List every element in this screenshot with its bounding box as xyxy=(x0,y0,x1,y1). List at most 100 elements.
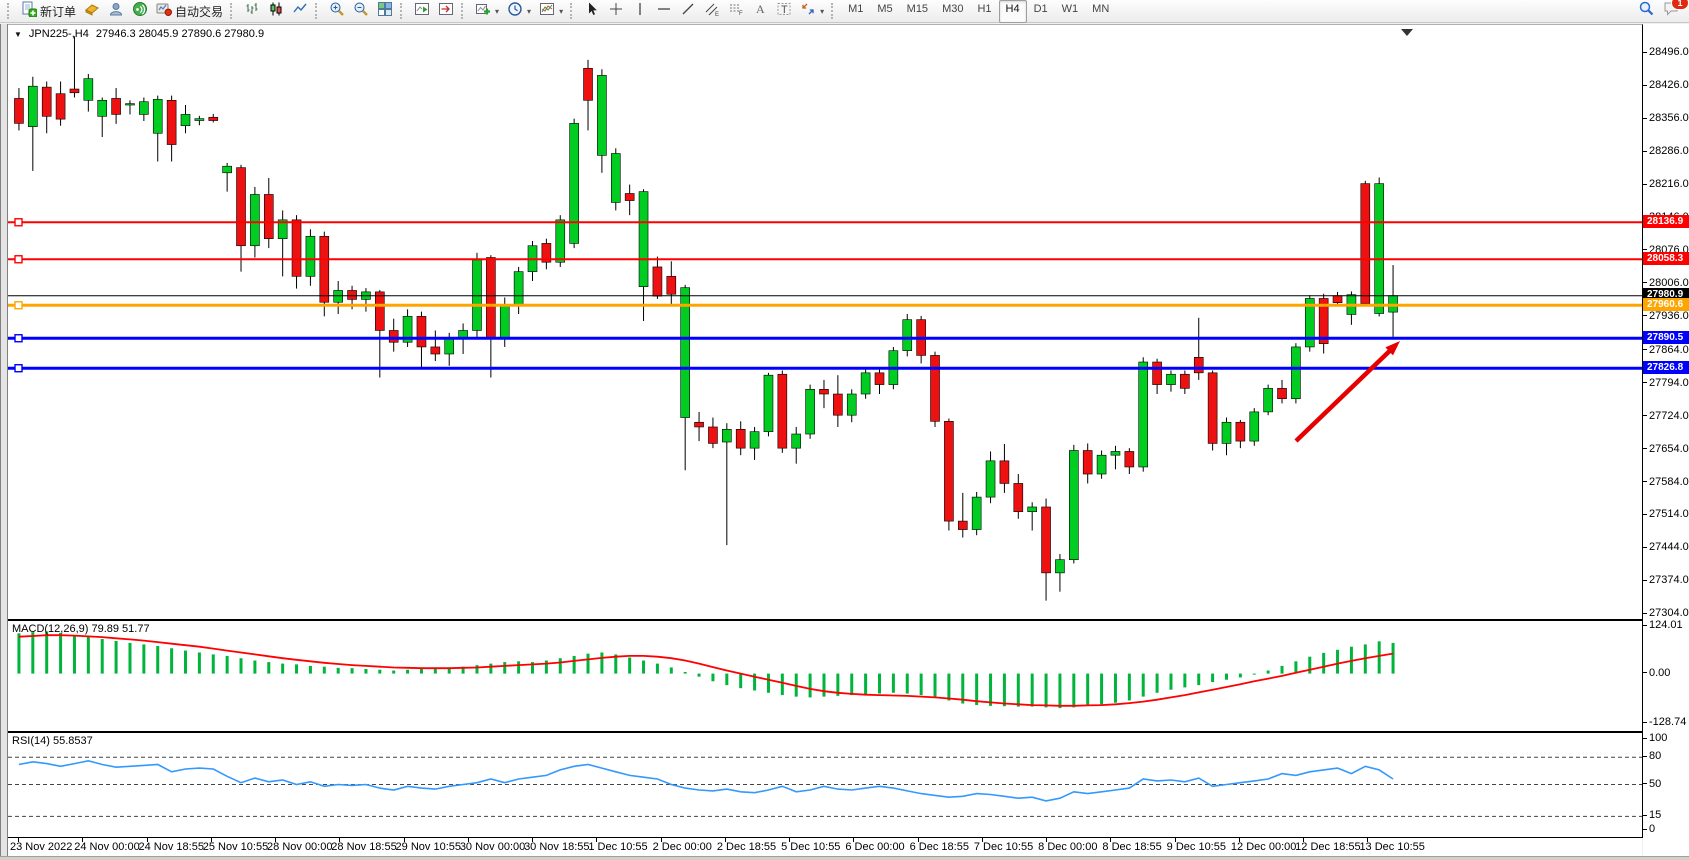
candle[interactable] xyxy=(1069,445,1078,564)
candle[interactable] xyxy=(792,427,801,464)
indicators-button[interactable]: ▾ xyxy=(471,0,503,23)
timeframe-button-H4[interactable]: H4 xyxy=(999,0,1027,23)
candle[interactable] xyxy=(1389,265,1398,338)
timeframe-button-W1[interactable]: W1 xyxy=(1055,0,1086,23)
candle[interactable] xyxy=(334,281,343,314)
candle[interactable] xyxy=(1166,370,1175,391)
candle[interactable] xyxy=(1319,294,1328,354)
candle[interactable] xyxy=(417,312,426,368)
candle[interactable] xyxy=(847,389,856,422)
candle[interactable] xyxy=(237,165,246,272)
candle[interactable] xyxy=(722,423,731,545)
candle[interactable] xyxy=(833,375,842,427)
candle[interactable] xyxy=(98,97,107,137)
candle[interactable] xyxy=(264,178,273,248)
candle[interactable] xyxy=(681,285,690,470)
line-anchor-handle[interactable] xyxy=(15,256,22,263)
line-chart-button[interactable] xyxy=(288,0,312,23)
candle[interactable] xyxy=(861,368,870,399)
candle[interactable] xyxy=(1208,370,1217,450)
horizontal-line-object[interactable] xyxy=(8,365,1642,372)
candle[interactable] xyxy=(611,148,620,210)
horizontal-line-object[interactable] xyxy=(8,256,1642,263)
text-label-tool-button[interactable]: T xyxy=(772,0,796,23)
candle[interactable] xyxy=(1305,295,1314,351)
candle[interactable] xyxy=(112,88,121,124)
tile-windows-button[interactable] xyxy=(373,0,397,23)
candle[interactable] xyxy=(514,267,523,314)
candle[interactable] xyxy=(972,492,981,535)
candle[interactable] xyxy=(986,451,995,503)
candle[interactable] xyxy=(1194,318,1203,380)
candle[interactable] xyxy=(195,116,204,125)
line-anchor-handle[interactable] xyxy=(15,302,22,309)
candle[interactable] xyxy=(1000,444,1009,493)
crosshair-tool-button[interactable] xyxy=(604,0,628,23)
candle[interactable] xyxy=(1139,357,1148,471)
candle[interactable] xyxy=(528,241,537,281)
candle[interactable] xyxy=(1125,448,1134,474)
arrow-annotation[interactable] xyxy=(1296,341,1400,441)
collapse-icon[interactable]: ▼ xyxy=(14,30,22,39)
candle[interactable] xyxy=(1097,450,1106,478)
candle[interactable] xyxy=(958,493,967,538)
candle[interactable] xyxy=(653,257,662,299)
candle[interactable] xyxy=(14,88,23,130)
candle[interactable] xyxy=(667,261,676,305)
candle[interactable] xyxy=(1333,292,1342,306)
candle[interactable] xyxy=(1361,181,1370,307)
candle[interactable] xyxy=(931,352,940,427)
timeframe-button-MN[interactable]: MN xyxy=(1085,0,1116,23)
candle[interactable] xyxy=(125,100,134,114)
text-tool-button[interactable]: A xyxy=(748,0,772,23)
candle[interactable] xyxy=(542,239,551,270)
candle[interactable] xyxy=(695,412,704,441)
trendline-tool-button[interactable] xyxy=(676,0,700,23)
candle[interactable] xyxy=(389,319,398,352)
chart-shift-button[interactable] xyxy=(434,0,458,23)
timeframe-button-M15[interactable]: M15 xyxy=(900,0,935,23)
candle[interactable] xyxy=(431,330,440,361)
rsi-indicator-pane[interactable]: RSI(14) 55.8537 xyxy=(8,732,1643,838)
channel-tool-button[interactable]: E xyxy=(700,0,724,23)
new-order-button[interactable]: 新订单 xyxy=(17,0,80,23)
candle[interactable] xyxy=(1250,408,1259,446)
fibonacci-tool-button[interactable]: F xyxy=(724,0,748,23)
candle[interactable] xyxy=(1278,380,1287,404)
price-axis[interactable]: 28496.028426.028356.028286.028216.028146… xyxy=(1643,24,1689,856)
candle[interactable] xyxy=(708,418,717,449)
search-button[interactable] xyxy=(1634,0,1659,23)
candle[interactable] xyxy=(764,373,773,437)
candle[interactable] xyxy=(472,253,481,338)
main-chart-pane[interactable]: ▼ JPN225-,H4 27946.3 28045.9 27890.6 279… xyxy=(8,24,1643,620)
candle[interactable] xyxy=(84,74,93,112)
macd-indicator-pane[interactable]: MACD(12,26,9) 79.89 51.77 xyxy=(8,620,1643,732)
candle[interactable] xyxy=(42,81,51,133)
line-anchor-handle[interactable] xyxy=(15,335,22,342)
candle[interactable] xyxy=(736,421,745,455)
vertical-line-tool-button[interactable] xyxy=(628,0,652,23)
candle[interactable] xyxy=(167,96,176,162)
zoom-in-button[interactable] xyxy=(325,0,349,23)
candle[interactable] xyxy=(584,60,593,131)
profile-button[interactable] xyxy=(104,0,128,23)
metaeditor-button[interactable] xyxy=(80,0,104,23)
timeframe-button-M1[interactable]: M1 xyxy=(841,0,870,23)
candle[interactable] xyxy=(1264,385,1273,416)
candle[interactable] xyxy=(778,370,787,452)
candle[interactable] xyxy=(56,81,65,125)
candle[interactable] xyxy=(875,370,884,394)
line-anchor-handle[interactable] xyxy=(15,219,22,226)
autotrading-button[interactable]: 自动交易 xyxy=(152,0,227,23)
horizontal-line-tool-button[interactable] xyxy=(652,0,676,23)
chart-shift-marker[interactable] xyxy=(1401,29,1413,36)
candle[interactable] xyxy=(223,163,232,192)
candle[interactable] xyxy=(1222,418,1231,456)
candle[interactable] xyxy=(1153,359,1162,394)
candle[interactable] xyxy=(278,210,287,276)
candle[interactable] xyxy=(1083,443,1092,483)
notifications-button[interactable]: 1 xyxy=(1659,0,1685,23)
signals-button[interactable] xyxy=(128,0,152,23)
cursor-tool-button[interactable] xyxy=(580,0,604,23)
zoom-out-button[interactable] xyxy=(349,0,373,23)
